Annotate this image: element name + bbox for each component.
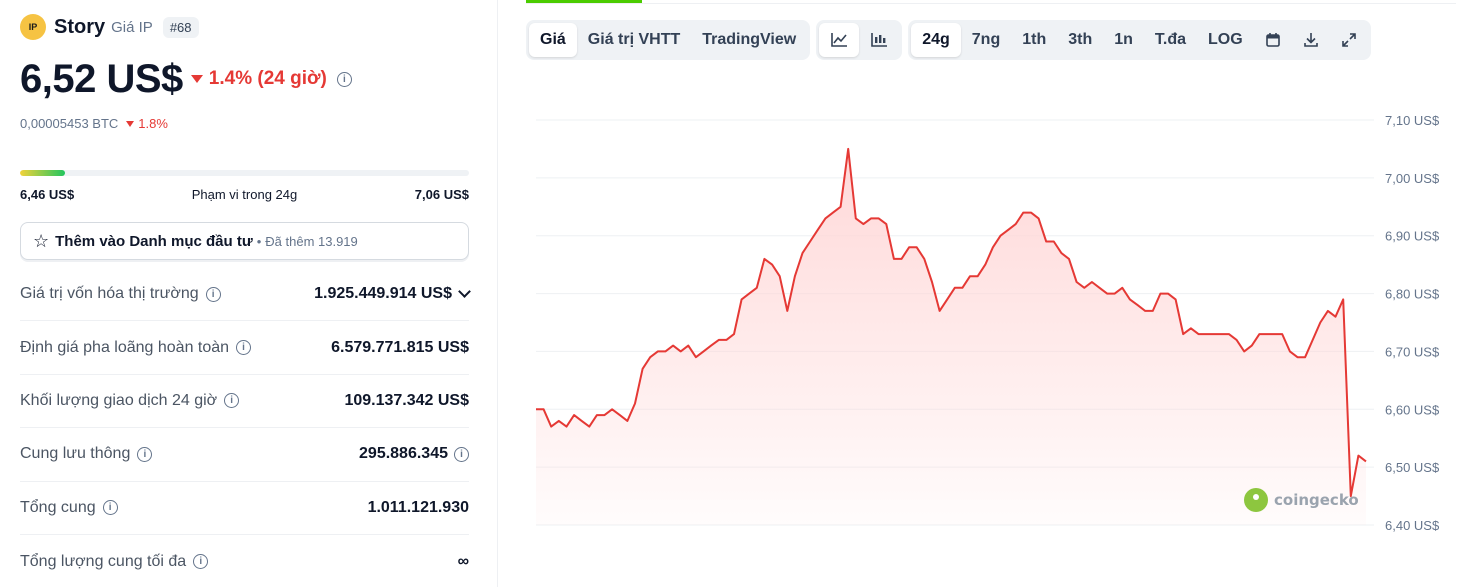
- stat-value: 109.137.342 US$: [344, 391, 469, 409]
- info-icon[interactable]: i: [205, 286, 221, 302]
- range-3m[interactable]: 3th: [1057, 23, 1103, 57]
- stat-value: 295.886.345: [359, 445, 448, 463]
- range-bar-fill: [20, 170, 65, 176]
- stat-value: ∞: [457, 552, 469, 570]
- range-7d[interactable]: 7ng: [961, 23, 1011, 57]
- y-tick-label: 6,60 US$: [1385, 402, 1440, 417]
- range-labels: 6,46 US$ Phạm vi trong 24g 7,06 US$: [20, 187, 469, 202]
- stat-label: Định giá pha loãng hoàn toàn: [20, 338, 230, 356]
- stat-value: 6.579.771.815 US$: [331, 338, 469, 356]
- coin-info-panel: IP Story Giá IP #68 6,52 US$ 1.4% (24 gi…: [0, 0, 498, 587]
- add-to-portfolio-button[interactable]: ☆ Thêm vào Danh mục đầu tư • Đã thêm 13.…: [20, 222, 469, 260]
- y-tick-label: 6,50 US$: [1385, 460, 1440, 475]
- info-icon[interactable]: i: [454, 446, 469, 462]
- stat-label: Khối lượng giao dịch 24 giờ: [20, 391, 218, 409]
- portfolio-count: Đã thêm 13.919: [265, 233, 358, 249]
- line-chart-icon[interactable]: [819, 23, 860, 57]
- coin-name: Story: [54, 15, 106, 38]
- btc-price-row: 0,00005453 BTC 1.8%: [20, 116, 168, 131]
- btc-price: 0,00005453 BTC: [20, 116, 119, 131]
- info-icon[interactable]: i: [137, 446, 153, 462]
- watermark-text: coingecko: [1274, 491, 1359, 509]
- y-tick-label: 6,90 US$: [1385, 229, 1440, 244]
- price-row: 6,52 US$ 1.4% (24 giờ) i: [20, 54, 352, 104]
- stat-row-market-cap: Giá trị vốn hóa thị trường i 1.925.449.91…: [20, 268, 471, 322]
- view-selector: Giá Giá trị VHTT TradingView: [526, 20, 811, 60]
- caret-down-icon: [126, 120, 135, 127]
- range-1y[interactable]: 1n: [1103, 23, 1144, 57]
- range-low: 6,46 US$: [20, 187, 75, 202]
- time-range-selector: 24g 7ng 1th 3th 1n T.đa LOG: [908, 20, 1371, 60]
- download-icon[interactable]: [1292, 23, 1330, 57]
- coingecko-watermark: coingecko: [1244, 488, 1359, 512]
- btc-price-change: 1.8%: [138, 116, 168, 131]
- calendar-icon[interactable]: [1254, 23, 1292, 57]
- caret-down-icon: [190, 75, 203, 83]
- range-bar: [20, 170, 469, 176]
- y-tick-label: 6,70 US$: [1385, 344, 1440, 359]
- expand-icon[interactable]: [1330, 23, 1368, 57]
- range-high: 7,06 US$: [414, 187, 469, 202]
- add-to-portfolio-label: Thêm vào Danh mục đầu tư: [55, 232, 253, 250]
- rank-badge: #68: [162, 16, 199, 38]
- chart-type-selector: [816, 20, 903, 60]
- stat-label: Cung lưu thông: [20, 445, 131, 463]
- info-icon[interactable]: i: [102, 500, 118, 516]
- coin-subtitle: Giá IP: [111, 18, 153, 36]
- stat-row-fdv: Định giá pha loãng hoàn toàn i 6.579.771.…: [20, 321, 469, 375]
- stat-value: 1.925.449.914 US$: [314, 285, 452, 303]
- coingecko-logo-icon: [1244, 488, 1268, 512]
- stat-label: Giá trị vốn hóa thị trường: [20, 285, 199, 303]
- stats-table: Giá trị vốn hóa thị trường i 1.925.449.91…: [20, 268, 471, 587]
- candlestick-icon[interactable]: [859, 23, 899, 57]
- y-tick-label: 7,00 US$: [1385, 171, 1440, 186]
- range-1m[interactable]: 1th: [1011, 23, 1057, 57]
- stat-row-total-supply: Tổng cung i 1.011.121.930: [20, 482, 469, 535]
- price-area: [536, 148, 1366, 525]
- range-max[interactable]: T.đa: [1144, 23, 1197, 57]
- info-icon[interactable]: i: [224, 393, 240, 409]
- chevron-down-icon[interactable]: [458, 285, 471, 299]
- range-label: Phạm vi trong 24g: [191, 187, 298, 202]
- y-tick-label: 7,10 US$: [1385, 113, 1440, 128]
- coin-header: IP Story Giá IP #68: [20, 14, 199, 40]
- star-icon: ☆: [33, 231, 50, 251]
- stat-label: Tổng cung: [20, 498, 96, 516]
- separator-dot: •: [256, 233, 262, 249]
- info-icon[interactable]: i: [236, 340, 252, 356]
- chart-toolbar: Giá Giá trị VHTT TradingView 24g 7ng 1th…: [526, 20, 1377, 60]
- stat-row-circulating-supply: Cung lưu thông i 295.886.345 i: [20, 428, 469, 482]
- info-icon[interactable]: i: [193, 554, 209, 570]
- current-price: 6,52 US$: [20, 56, 183, 101]
- divider: [526, 3, 1456, 4]
- stat-label: Tổng lượng cung tối đa: [20, 552, 187, 570]
- info-icon[interactable]: i: [336, 71, 352, 87]
- coin-logo: IP: [20, 14, 46, 40]
- price-change: 1.4% (24 giờ): [208, 68, 327, 89]
- tab-tradingview[interactable]: TradingView: [691, 23, 807, 57]
- stat-row-max-supply: Tổng lượng cung tối đa i ∞: [20, 535, 469, 587]
- price-chart[interactable]: 7,10 US$ 7,00 US$ 6,90 US$ 6,80 US$ 6,70 US$…: [526, 100, 1463, 587]
- stat-value: 1.011.121.930: [367, 498, 469, 516]
- tab-price[interactable]: Giá: [529, 23, 577, 57]
- stat-row-volume: Khối lượng giao dịch 24 giờ i 109.137.342…: [20, 375, 469, 429]
- tab-market-cap[interactable]: Giá trị VHTT: [577, 23, 691, 57]
- range-24h[interactable]: 24g: [911, 23, 961, 57]
- range-log[interactable]: LOG: [1197, 23, 1254, 57]
- y-tick-label: 6,40 US$: [1385, 518, 1440, 533]
- y-tick-label: 6,80 US$: [1385, 287, 1440, 302]
